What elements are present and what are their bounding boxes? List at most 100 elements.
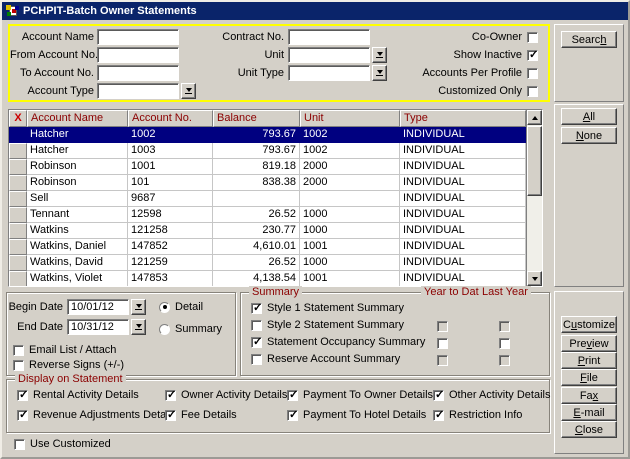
table-row[interactable]: Hatcher 1002 793.67 1002 INDIVIDUAL <box>9 127 526 143</box>
cell-type[interactable]: INDIVIDUAL <box>400 127 526 143</box>
cell-type[interactable]: INDIVIDUAL <box>400 239 526 255</box>
owner-activity-row[interactable]: Owner Activity Details <box>165 389 287 401</box>
payment-to-hotel-checkbox[interactable] <box>287 410 298 421</box>
close-button[interactable]: Close <box>561 421 617 438</box>
summary-radio[interactable] <box>159 324 170 335</box>
style1-summary-checkbox[interactable] <box>251 303 262 314</box>
table-row[interactable]: Watkins 121258 230.77 1000 INDIVIDUAL <box>9 223 526 239</box>
cell-balance[interactable]: 4,138.54 <box>213 271 300 287</box>
all-button[interactable]: All <box>561 108 617 125</box>
cell-balance[interactable]: 819.18 <box>213 159 300 175</box>
table-row[interactable]: Tennant 12598 26.52 1000 INDIVIDUAL <box>9 207 526 223</box>
table-row[interactable]: Hatcher 1003 793.67 1002 INDIVIDUAL <box>9 143 526 159</box>
preview-button[interactable]: Preview <box>561 335 617 352</box>
revenue-adjustments-row[interactable]: Revenue Adjustments Deta... <box>17 409 175 421</box>
fee-details-checkbox[interactable] <box>165 410 176 421</box>
cell-balance[interactable]: 230.77 <box>213 223 300 239</box>
search-button[interactable]: Search <box>561 31 617 48</box>
summary-radio-row[interactable]: Summary <box>159 323 222 335</box>
detail-radio[interactable] <box>159 302 170 313</box>
cell-type[interactable]: INDIVIDUAL <box>400 191 526 207</box>
begin-date-input[interactable]: 10/01/12 <box>67 299 129 315</box>
rental-activity-checkbox[interactable] <box>17 390 28 401</box>
account-type-dropdown-button[interactable] <box>181 83 196 99</box>
row-selector[interactable] <box>9 191 27 207</box>
column-header-balance[interactable]: Balance <box>213 110 300 127</box>
cell-unit[interactable]: 1000 <box>300 207 400 223</box>
email-list-row[interactable]: Email List / Attach <box>13 344 116 356</box>
style2-last-year-checkbox[interactable] <box>499 321 510 332</box>
scroll-down-button[interactable] <box>527 271 542 286</box>
cell-unit[interactable]: 1001 <box>300 271 400 287</box>
cell-balance[interactable]: 26.52 <box>213 255 300 271</box>
cell-unit[interactable]: 1002 <box>300 143 400 159</box>
cell-type[interactable]: INDIVIDUAL <box>400 223 526 239</box>
customized-only-checkbox[interactable] <box>527 86 538 97</box>
cell-unit[interactable]: 1001 <box>300 239 400 255</box>
cell-account-name[interactable]: Hatcher <box>27 127 128 143</box>
column-header-type[interactable]: Type <box>400 110 526 127</box>
cell-account-no[interactable]: 121259 <box>128 255 213 271</box>
vertical-scrollbar[interactable] <box>526 110 542 286</box>
cell-account-no[interactable]: 1003 <box>128 143 213 159</box>
cell-unit[interactable]: 2000 <box>300 175 400 191</box>
table-row[interactable]: Watkins, David 121259 26.52 1000 INDIVID… <box>9 255 526 271</box>
table-row[interactable]: Watkins, Daniel 147852 4,610.01 1001 IND… <box>9 239 526 255</box>
cell-account-no[interactable]: 9687 <box>128 191 213 207</box>
cell-unit[interactable] <box>300 191 400 207</box>
cell-account-no[interactable]: 1001 <box>128 159 213 175</box>
to-account-input[interactable] <box>97 65 179 81</box>
row-selector[interactable] <box>9 271 27 287</box>
cell-account-name[interactable]: Tennant <box>27 207 128 223</box>
owner-activity-checkbox[interactable] <box>165 390 176 401</box>
cell-unit[interactable]: 2000 <box>300 159 400 175</box>
rental-activity-row[interactable]: Rental Activity Details <box>17 389 139 401</box>
cell-type[interactable]: INDIVIDUAL <box>400 175 526 191</box>
cell-account-name[interactable]: Watkins, David <box>27 255 128 271</box>
fee-details-row[interactable]: Fee Details <box>165 409 237 421</box>
cell-balance[interactable]: 838.38 <box>213 175 300 191</box>
column-header-unit[interactable]: Unit <box>300 110 400 127</box>
end-date-dropdown-button[interactable] <box>131 319 146 335</box>
reserve-summary-checkbox[interactable] <box>251 354 262 365</box>
use-customized-row[interactable]: Use Customized <box>14 438 111 450</box>
email-button[interactable]: E-mail <box>561 404 617 421</box>
occupancy-summary-row[interactable]: Statement Occupancy Summary <box>251 336 425 348</box>
account-name-input[interactable] <box>97 29 179 45</box>
table-row[interactable]: Robinson 101 838.38 2000 INDIVIDUAL <box>9 175 526 191</box>
email-list-checkbox[interactable] <box>13 345 24 356</box>
cell-unit[interactable]: 1000 <box>300 255 400 271</box>
scroll-up-button[interactable] <box>527 110 542 125</box>
cell-account-name[interactable]: Watkins <box>27 223 128 239</box>
row-selector[interactable] <box>9 127 27 143</box>
column-header-account-name[interactable]: Account Name <box>27 110 128 127</box>
cell-account-name[interactable]: Robinson <box>27 159 128 175</box>
print-button[interactable]: Print <box>561 352 617 369</box>
cell-type[interactable]: INDIVIDUAL <box>400 207 526 223</box>
revenue-adjustments-checkbox[interactable] <box>17 410 28 421</box>
cell-account-name[interactable]: Hatcher <box>27 143 128 159</box>
account-type-input[interactable] <box>97 83 179 99</box>
payment-to-owner-row[interactable]: Payment To Owner Details <box>287 389 433 401</box>
cell-account-name[interactable]: Robinson <box>27 175 128 191</box>
cell-account-name[interactable]: Sell <box>27 191 128 207</box>
style1-summary-row[interactable]: Style 1 Statement Summary <box>251 302 404 314</box>
row-selector[interactable] <box>9 255 27 271</box>
end-date-input[interactable]: 10/31/12 <box>67 319 129 335</box>
style2-ytd-checkbox[interactable] <box>437 321 448 332</box>
show-inactive-checkbox[interactable] <box>527 50 538 61</box>
style2-summary-row[interactable]: Style 2 Statement Summary <box>251 319 404 331</box>
reverse-signs-row[interactable]: Reverse Signs (+/-) <box>13 359 124 371</box>
reserve-summary-row[interactable]: Reserve Account Summary <box>251 353 400 365</box>
cell-type[interactable]: INDIVIDUAL <box>400 255 526 271</box>
row-selector[interactable] <box>9 223 27 239</box>
occupancy-last-year-checkbox[interactable] <box>499 338 510 349</box>
none-button[interactable]: None <box>561 127 617 144</box>
table-row[interactable]: Sell 9687 INDIVIDUAL <box>9 191 526 207</box>
reserve-ytd-checkbox[interactable] <box>437 355 448 366</box>
cell-account-name[interactable]: Watkins, Daniel <box>27 239 128 255</box>
cell-type[interactable]: INDIVIDUAL <box>400 271 526 287</box>
fax-button[interactable]: Fax <box>561 387 617 404</box>
begin-date-dropdown-button[interactable] <box>131 299 146 315</box>
accounts-per-profile-checkbox[interactable] <box>527 68 538 79</box>
